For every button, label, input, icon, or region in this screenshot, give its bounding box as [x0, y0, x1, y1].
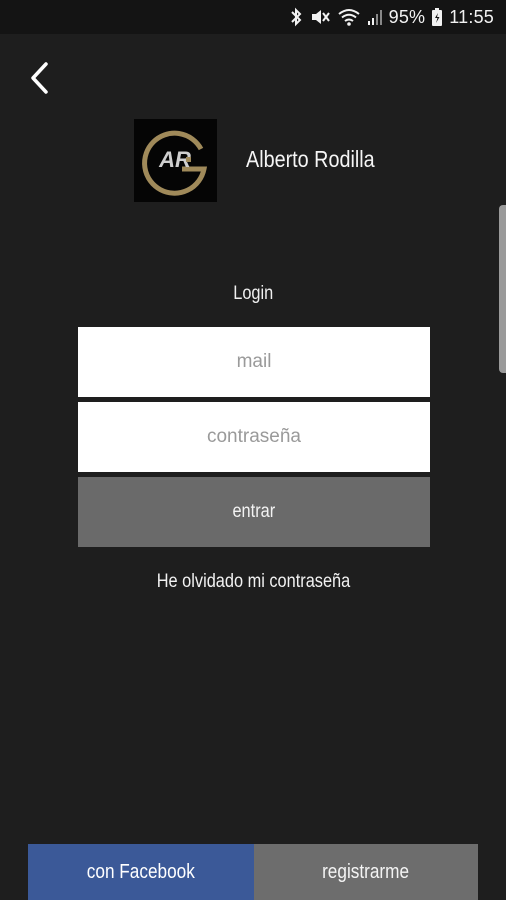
email-field[interactable] [78, 327, 430, 397]
register-label: registrarme [322, 860, 410, 883]
mute-icon [309, 7, 331, 27]
bottom-action-bar: con Facebook registrarme [28, 844, 478, 900]
forgot-password-label: He olvidado mi contraseña [156, 571, 350, 592]
register-button[interactable]: registrarme [254, 844, 478, 900]
facebook-login-label: con Facebook [86, 860, 196, 883]
login-title: Login [0, 283, 506, 305]
email-input[interactable] [78, 327, 430, 397]
bluetooth-icon [289, 7, 303, 27]
wifi-icon [337, 7, 361, 27]
forgot-password-link[interactable]: He olvidado mi contraseña [0, 571, 506, 593]
clock: 11:55 [449, 6, 494, 27]
brand-name: Alberto Rodilla [246, 146, 375, 172]
signal-icon [367, 7, 383, 27]
password-input[interactable] [78, 402, 430, 472]
password-field[interactable] [78, 402, 430, 472]
login-screen: 95% 11:55 AR Alberto Rodilla Login mail … [0, 0, 506, 900]
brand-logo: AR [134, 119, 217, 202]
login-button[interactable]: entrar [78, 477, 430, 547]
login-title-text: Login [233, 283, 273, 304]
status-bar: 95% 11:55 [0, 0, 506, 34]
chevron-left-icon [31, 62, 48, 94]
battery-icon [431, 7, 443, 27]
back-button[interactable] [22, 58, 58, 98]
facebook-login-button[interactable]: con Facebook [28, 844, 254, 900]
battery-percent: 95% [388, 6, 426, 27]
login-button-label: entrar [232, 501, 276, 522]
status-icons: 95% 11:55 [289, 4, 494, 30]
